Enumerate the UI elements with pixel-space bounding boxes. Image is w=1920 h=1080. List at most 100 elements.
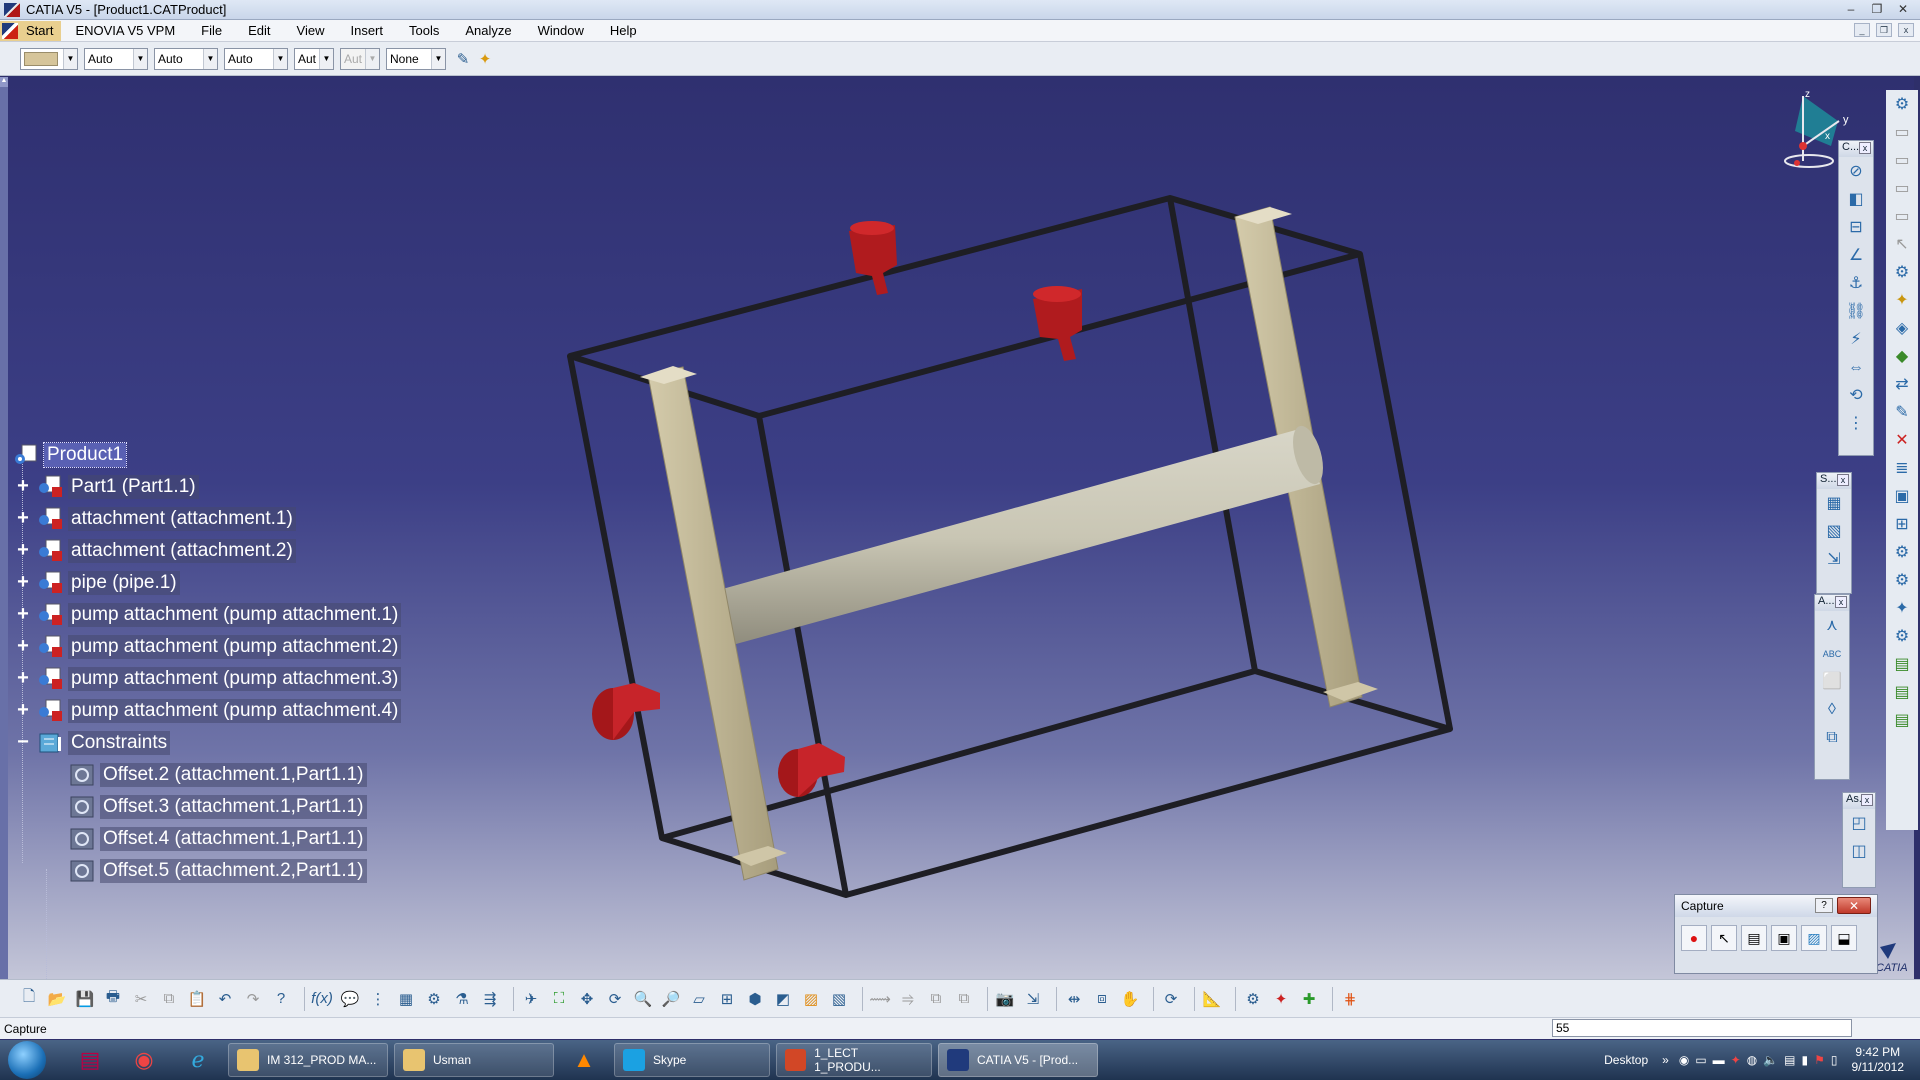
desktop-toolbar[interactable]: Desktop	[1604, 1053, 1648, 1067]
toolbar-tool-icon[interactable]: ⟿	[869, 988, 891, 1010]
tray-app-icon[interactable]: ▤	[1784, 1053, 1795, 1067]
doc-restore-button[interactable]: ❐	[1876, 23, 1892, 37]
toolbar-tool-icon[interactable]: ✦	[1270, 988, 1292, 1010]
iso-view-icon[interactable]: ⬢	[744, 988, 766, 1010]
pan-icon[interactable]: ✥	[576, 988, 598, 1010]
save-icon[interactable]: 💾	[74, 988, 96, 1010]
expand-icon[interactable]: +	[15, 572, 31, 592]
capture-close-button[interactable]: ✕	[1837, 897, 1871, 914]
existing-component-icon[interactable]: ⚗	[451, 988, 473, 1010]
quick-constraint-icon[interactable]: ⚡	[1843, 327, 1869, 353]
task-folder-im312[interactable]: IM 312_PROD MA...	[228, 1043, 388, 1077]
menu-help[interactable]: Help	[610, 23, 637, 38]
menu-analyze[interactable]: Analyze	[465, 23, 511, 38]
tray-app-icon[interactable]: ◍	[1747, 1053, 1757, 1067]
distance-icon[interactable]: ⇲	[1821, 547, 1847, 573]
fix-component-icon[interactable]: ⚓	[1843, 271, 1869, 297]
manipulate-icon[interactable]: ⇹	[1063, 988, 1085, 1010]
toolbar-tool-icon[interactable]: ▤	[1889, 708, 1915, 734]
toolbar-header[interactable]: S... x	[1817, 473, 1851, 489]
open-icon[interactable]: 📂	[46, 988, 68, 1010]
redo-icon[interactable]: ↷	[242, 988, 264, 1010]
toolbar-tool-icon[interactable]: ▤	[1889, 680, 1915, 706]
toolbar-tool-icon[interactable]: ⇄	[1889, 372, 1915, 398]
help-button[interactable]: ?	[1815, 898, 1833, 913]
change-constraint-icon[interactable]: ⟲	[1843, 383, 1869, 409]
network-icon[interactable]: ▮	[1802, 1053, 1809, 1067]
vlc-icon[interactable]: ▲	[560, 1043, 608, 1077]
sectioning-icon[interactable]: ▧	[1821, 519, 1847, 545]
winrar-icon[interactable]: ▤	[66, 1043, 114, 1077]
undo-icon[interactable]: ↶	[214, 988, 236, 1010]
toolbar-tool-icon[interactable]: ◈	[1889, 316, 1915, 342]
toolbar-tool-icon[interactable]: ⧉	[953, 988, 975, 1010]
toolbar-tool-icon[interactable]: ⥤	[897, 988, 919, 1010]
constraint-offset-4[interactable]: Offset.4 (attachment.1,Part1.1)	[70, 824, 367, 854]
offset-constraint-icon[interactable]: ⊟	[1843, 215, 1869, 241]
toolbar-tool-icon[interactable]: ⋮	[367, 988, 389, 1010]
select-icon[interactable]: ↖	[1889, 232, 1915, 258]
save-capture-icon[interactable]: ⬓	[1831, 925, 1857, 951]
toolbar-tool-icon[interactable]: ✦	[1889, 596, 1915, 622]
expand-icon[interactable]: +	[15, 700, 31, 720]
layer-combo[interactable]: None ▼	[386, 47, 446, 70]
menu-enovia[interactable]: ENOVIA V5 VPM	[75, 23, 175, 38]
measure-icon[interactable]: 📐	[1201, 988, 1223, 1010]
toolbar-tool-icon[interactable]: ▤	[1889, 652, 1915, 678]
graphic-properties-icon[interactable]: ✦	[474, 48, 496, 70]
print-icon[interactable]: 🖶	[102, 988, 124, 1010]
close-icon[interactable]: x	[1861, 794, 1873, 806]
tree-root-product[interactable]: Product1	[14, 440, 128, 470]
multi-view-icon[interactable]: ⊞	[716, 988, 738, 1010]
expand-icon[interactable]: +	[15, 540, 31, 560]
menu-file[interactable]: File	[201, 23, 222, 38]
windows-start-button[interactable]	[8, 1041, 46, 1079]
comment-icon[interactable]: 💬	[339, 988, 361, 1010]
format-painter-icon[interactable]: ✎	[452, 48, 474, 70]
select-mode-icon[interactable]: ↖	[1711, 925, 1737, 951]
toolbar-tool-icon[interactable]: ⚙	[1242, 988, 1264, 1010]
toolbar-tool-icon[interactable]: ▭	[1889, 120, 1915, 146]
menu-window[interactable]: Window	[538, 23, 584, 38]
hole-icon[interactable]: ◫	[1846, 839, 1872, 865]
formula-icon[interactable]: f(x)	[311, 988, 333, 1010]
toolbar-tool-icon[interactable]: ✚	[1298, 988, 1320, 1010]
transparency-combo[interactable]: Auto ▼	[84, 47, 148, 70]
doc-minimize-button[interactable]: _	[1854, 23, 1870, 37]
text-annotation-icon[interactable]: ABC	[1819, 641, 1845, 667]
toolbar-tool-icon[interactable]: ≣	[1889, 456, 1915, 482]
viewport-scrollbar[interactable]: ▲	[0, 77, 8, 979]
new-icon[interactable]: 🗋	[18, 988, 40, 1010]
tree-item-part1[interactable]: + Part1 (Part1.1)	[12, 472, 199, 502]
flexible-rigid-icon[interactable]: ⇔	[1843, 355, 1869, 381]
weld-feature-icon[interactable]: ⋏	[1819, 613, 1845, 639]
explode-icon[interactable]: ⇲	[1022, 988, 1044, 1010]
copy-icon[interactable]: ⧉	[158, 988, 180, 1010]
toolbar-header[interactable]: C... x	[1839, 141, 1873, 157]
scroll-up-icon[interactable]: ▲	[0, 77, 8, 87]
tray-app-icon[interactable]: ◉	[1679, 1053, 1689, 1067]
toolbar-tool-icon[interactable]: ⚙	[1889, 624, 1915, 650]
fly-mode-icon[interactable]: ✈	[520, 988, 542, 1010]
collapse-icon[interactable]: −	[15, 732, 31, 752]
pump-attachment-1[interactable]	[849, 221, 897, 295]
update-icon[interactable]: ⟳	[1160, 988, 1182, 1010]
internet-explorer-icon[interactable]: ℯ	[174, 1043, 222, 1077]
start-menu[interactable]: Start	[0, 20, 62, 41]
pump-attachment-2[interactable]	[1033, 286, 1082, 361]
tree-item-attachment-2[interactable]: + attachment (attachment.2)	[12, 536, 296, 566]
toolbar-header[interactable]: As... x	[1843, 793, 1875, 809]
fix-together-icon[interactable]: ⛓	[1843, 299, 1869, 325]
close-icon[interactable]: x	[1837, 474, 1849, 486]
expand-icon[interactable]: +	[15, 604, 31, 624]
expand-icon[interactable]: +	[15, 668, 31, 688]
rotate-icon[interactable]: ⟳	[604, 988, 626, 1010]
tree-item-pump-attachment-1[interactable]: + pump attachment (pump attachment.1)	[12, 600, 402, 630]
toolbar-tool-icon[interactable]: ▣	[1889, 484, 1915, 510]
chrome-icon[interactable]: ◉	[120, 1043, 168, 1077]
chevron-double-icon[interactable]: »	[1662, 1053, 1669, 1067]
capture-icon[interactable]: ▣	[1771, 925, 1797, 951]
coincidence-constraint-icon[interactable]: ⊘	[1843, 159, 1869, 185]
whats-this-icon[interactable]: ?	[270, 988, 292, 1010]
toolbar-tool-icon[interactable]: ✎	[1889, 400, 1915, 426]
